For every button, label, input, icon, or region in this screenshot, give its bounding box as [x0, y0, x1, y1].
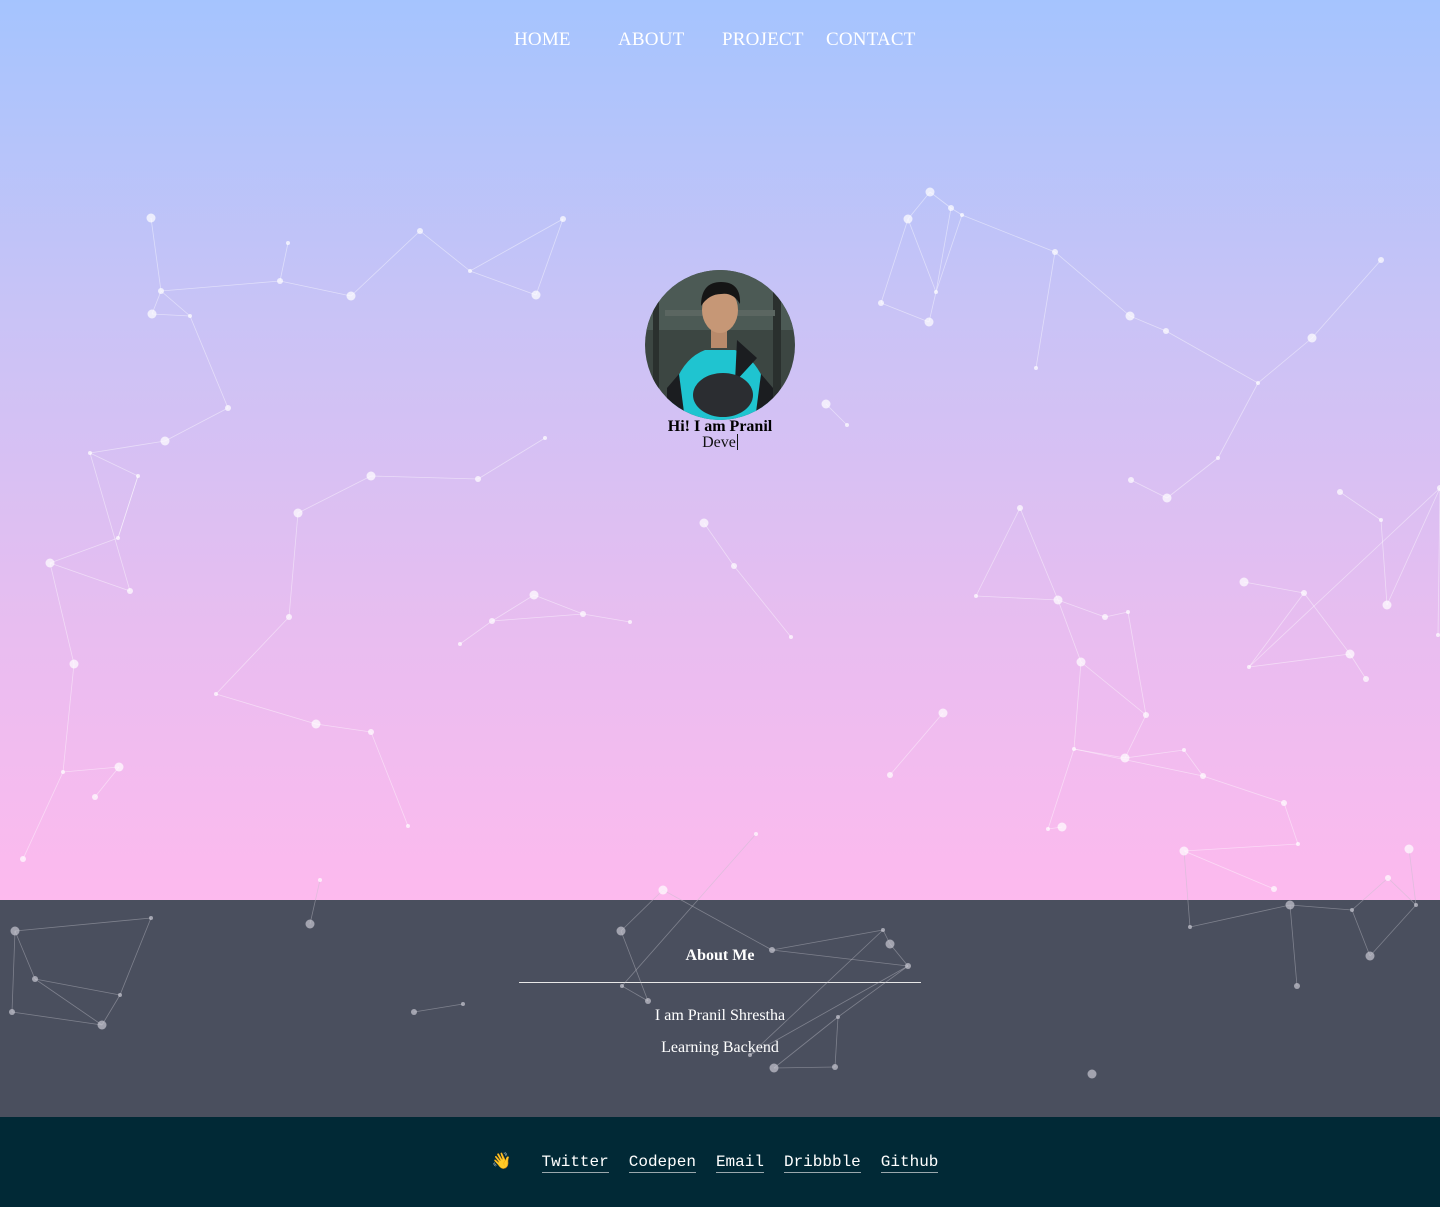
- about-section: About Me I am Pranil Shrestha Learning B…: [0, 900, 1440, 1117]
- about-line-learning: Learning Backend: [661, 1039, 779, 1056]
- typing-caret: [736, 434, 738, 450]
- nav-project[interactable]: PROJECT: [722, 29, 804, 51]
- nav-about[interactable]: ABOUT: [618, 29, 684, 51]
- hero-section: HOME ABOUT PROJECT CONTACT Hi! I am Pran…: [0, 0, 1440, 900]
- codepen-link[interactable]: Codepen: [628, 1153, 696, 1173]
- github-link[interactable]: Github: [880, 1153, 939, 1173]
- about-line-name: I am Pranil Shrestha: [654, 1007, 786, 1024]
- nav-contact[interactable]: CONTACT: [826, 29, 916, 51]
- avatar: [645, 270, 795, 420]
- about-divider: [519, 982, 921, 983]
- dribbble-link[interactable]: Dribbble: [783, 1153, 861, 1173]
- nav-home[interactable]: HOME: [514, 29, 571, 51]
- typed-role-text: Deve: [702, 434, 736, 451]
- footer: 👋 Twitter Codepen Email Dribbble Github: [0, 1117, 1440, 1207]
- top-nav: HOME ABOUT PROJECT CONTACT: [0, 29, 1440, 55]
- waving-hand-icon: 👋: [491, 1151, 512, 1170]
- footer-links: 👋 Twitter Codepen Email Dribbble Github: [0, 1151, 1440, 1173]
- typed-role: Deve: [0, 434, 1440, 452]
- about-title: About Me: [685, 947, 755, 964]
- twitter-link[interactable]: Twitter: [541, 1153, 609, 1173]
- profile-photo: [645, 270, 795, 420]
- email-link[interactable]: Email: [715, 1153, 764, 1173]
